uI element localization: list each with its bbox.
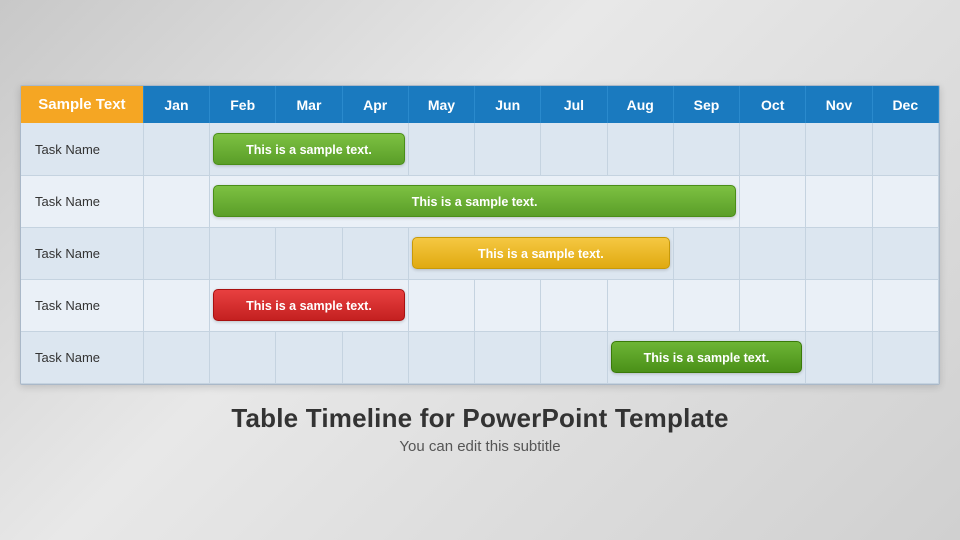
gantt-cell-row4: This is a sample text. <box>210 279 409 331</box>
header-sep: Sep <box>673 86 739 123</box>
cell <box>408 123 474 175</box>
header-apr: Apr <box>342 86 408 123</box>
table-row: Task Name This is a sample text. <box>21 331 939 383</box>
task-name: Task Name <box>21 175 143 227</box>
header-aug: Aug <box>607 86 673 123</box>
cell <box>673 279 739 331</box>
cell <box>143 227 209 279</box>
cell <box>806 123 872 175</box>
task-name: Task Name <box>21 279 143 331</box>
cell <box>806 279 872 331</box>
header-nov: Nov <box>806 86 872 123</box>
header-jan: Jan <box>143 86 209 123</box>
cell <box>872 123 938 175</box>
task-name: Task Name <box>21 227 143 279</box>
gantt-cell-row3: This is a sample text. <box>408 227 673 279</box>
header-dec: Dec <box>872 86 938 123</box>
cell <box>740 279 806 331</box>
cell <box>143 175 209 227</box>
cell <box>475 279 541 331</box>
task-name: Task Name <box>21 123 143 175</box>
cell <box>607 123 673 175</box>
cell <box>872 175 938 227</box>
cell <box>872 331 938 383</box>
header-may: May <box>408 86 474 123</box>
cell <box>541 279 607 331</box>
gantt-cell-row2: This is a sample text. <box>210 175 740 227</box>
cell <box>673 123 739 175</box>
task-name: Task Name <box>21 331 143 383</box>
gantt-bar-row4[interactable]: This is a sample text. <box>213 289 405 321</box>
footer-subtitle: You can edit this subtitle <box>231 438 728 455</box>
header-feb: Feb <box>210 86 276 123</box>
header-mar: Mar <box>276 86 342 123</box>
cell <box>806 227 872 279</box>
cell <box>740 175 806 227</box>
cell <box>740 227 806 279</box>
cell <box>143 123 209 175</box>
cell <box>143 279 209 331</box>
main-container: Sample Text Jan Feb Mar Apr May Jun Jul … <box>20 85 940 455</box>
cell <box>740 123 806 175</box>
cell <box>806 175 872 227</box>
footer-title: Table Timeline for PowerPoint Template <box>231 403 728 434</box>
gantt-bar-row2[interactable]: This is a sample text. <box>213 185 736 217</box>
table-row: Task Name This is a sample text. <box>21 175 939 227</box>
gantt-bar-row5[interactable]: This is a sample text. <box>611 341 803 373</box>
footer: Table Timeline for PowerPoint Template Y… <box>231 403 728 455</box>
cell <box>342 227 408 279</box>
cell <box>541 123 607 175</box>
cell <box>541 331 607 383</box>
cell <box>210 331 276 383</box>
table-row: Task Name This is a sample text. <box>21 279 939 331</box>
cell <box>342 331 408 383</box>
cell <box>673 227 739 279</box>
cell <box>607 279 673 331</box>
gantt-cell-row5: This is a sample text. <box>607 331 806 383</box>
cell <box>408 279 474 331</box>
gantt-cell-row1: This is a sample text. <box>210 123 409 175</box>
timeline-table: Sample Text Jan Feb Mar Apr May Jun Jul … <box>21 86 939 384</box>
cell <box>475 123 541 175</box>
cell <box>872 279 938 331</box>
cell <box>143 331 209 383</box>
header-jun: Jun <box>475 86 541 123</box>
table-row: Task Name This is a sample text. <box>21 227 939 279</box>
timeline-table-wrapper: Sample Text Jan Feb Mar Apr May Jun Jul … <box>20 85 940 385</box>
table-row: Task Name This is a sample text. <box>21 123 939 175</box>
header-oct: Oct <box>740 86 806 123</box>
cell <box>210 227 276 279</box>
cell <box>276 331 342 383</box>
cell <box>806 331 872 383</box>
gantt-bar-row1[interactable]: This is a sample text. <box>213 133 405 165</box>
cell <box>276 227 342 279</box>
header-label: Sample Text <box>21 86 143 123</box>
cell <box>872 227 938 279</box>
header-jul: Jul <box>541 86 607 123</box>
cell <box>475 331 541 383</box>
cell <box>408 331 474 383</box>
gantt-bar-row3[interactable]: This is a sample text. <box>412 237 670 269</box>
